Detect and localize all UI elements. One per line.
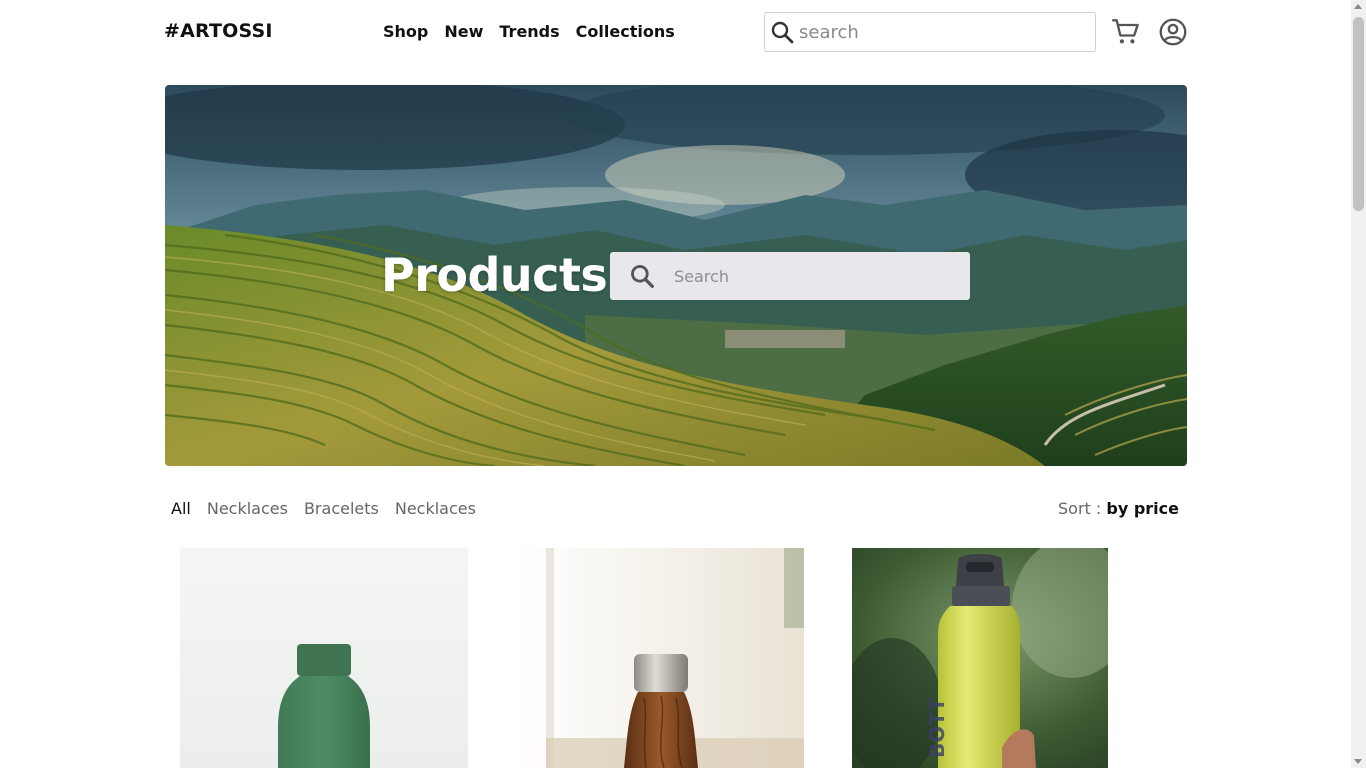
header-search-input[interactable] <box>799 21 1079 43</box>
product-image-yellow-bottle: BOTT <box>852 548 1140 768</box>
search-icon <box>610 252 674 300</box>
scrollbar-thumb[interactable] <box>1353 17 1364 211</box>
product-card[interactable]: BOTT <box>852 548 1140 768</box>
cart-icon[interactable] <box>1112 18 1140 46</box>
search-icon <box>765 12 799 52</box>
scroll-down-icon[interactable] <box>1354 759 1362 764</box>
nav-shop[interactable]: Shop <box>383 22 428 41</box>
sort-value[interactable]: by price <box>1106 499 1179 518</box>
hero-banner: Products <box>165 85 1187 466</box>
vertical-scrollbar[interactable] <box>1351 0 1366 768</box>
product-card[interactable] <box>516 548 804 768</box>
filter-necklaces[interactable]: Necklaces <box>207 499 288 518</box>
filter-bracelets[interactable]: Bracelets <box>304 499 379 518</box>
sort-label: Sort : <box>1058 499 1102 518</box>
nav-trends[interactable]: Trends <box>499 22 559 41</box>
filter-all[interactable]: All <box>171 499 191 518</box>
product-image-green-bottle <box>180 548 468 768</box>
hero-title: Products <box>381 248 608 302</box>
sort-control: Sort : by price <box>1058 499 1179 518</box>
nav-new[interactable]: New <box>444 22 483 41</box>
svg-text:BOTT: BOTT <box>925 698 949 758</box>
scroll-up-icon[interactable] <box>1354 4 1362 9</box>
main-nav: Shop New Trends Collections <box>383 22 675 41</box>
site-header: #ARTOSSI Shop New Trends Collections <box>0 0 1351 64</box>
header-search <box>764 12 1096 52</box>
hero-search-input[interactable] <box>674 266 954 286</box>
hero-search <box>610 252 970 300</box>
product-image-wood-bottle <box>516 548 804 768</box>
logo[interactable]: #ARTOSSI <box>164 20 273 42</box>
account-circle-icon[interactable] <box>1159 18 1187 46</box>
nav-collections[interactable]: Collections <box>576 22 675 41</box>
category-filters: All Necklaces Bracelets Necklaces <box>171 499 476 518</box>
filter-necklaces-2[interactable]: Necklaces <box>395 499 476 518</box>
product-card[interactable] <box>180 548 468 768</box>
